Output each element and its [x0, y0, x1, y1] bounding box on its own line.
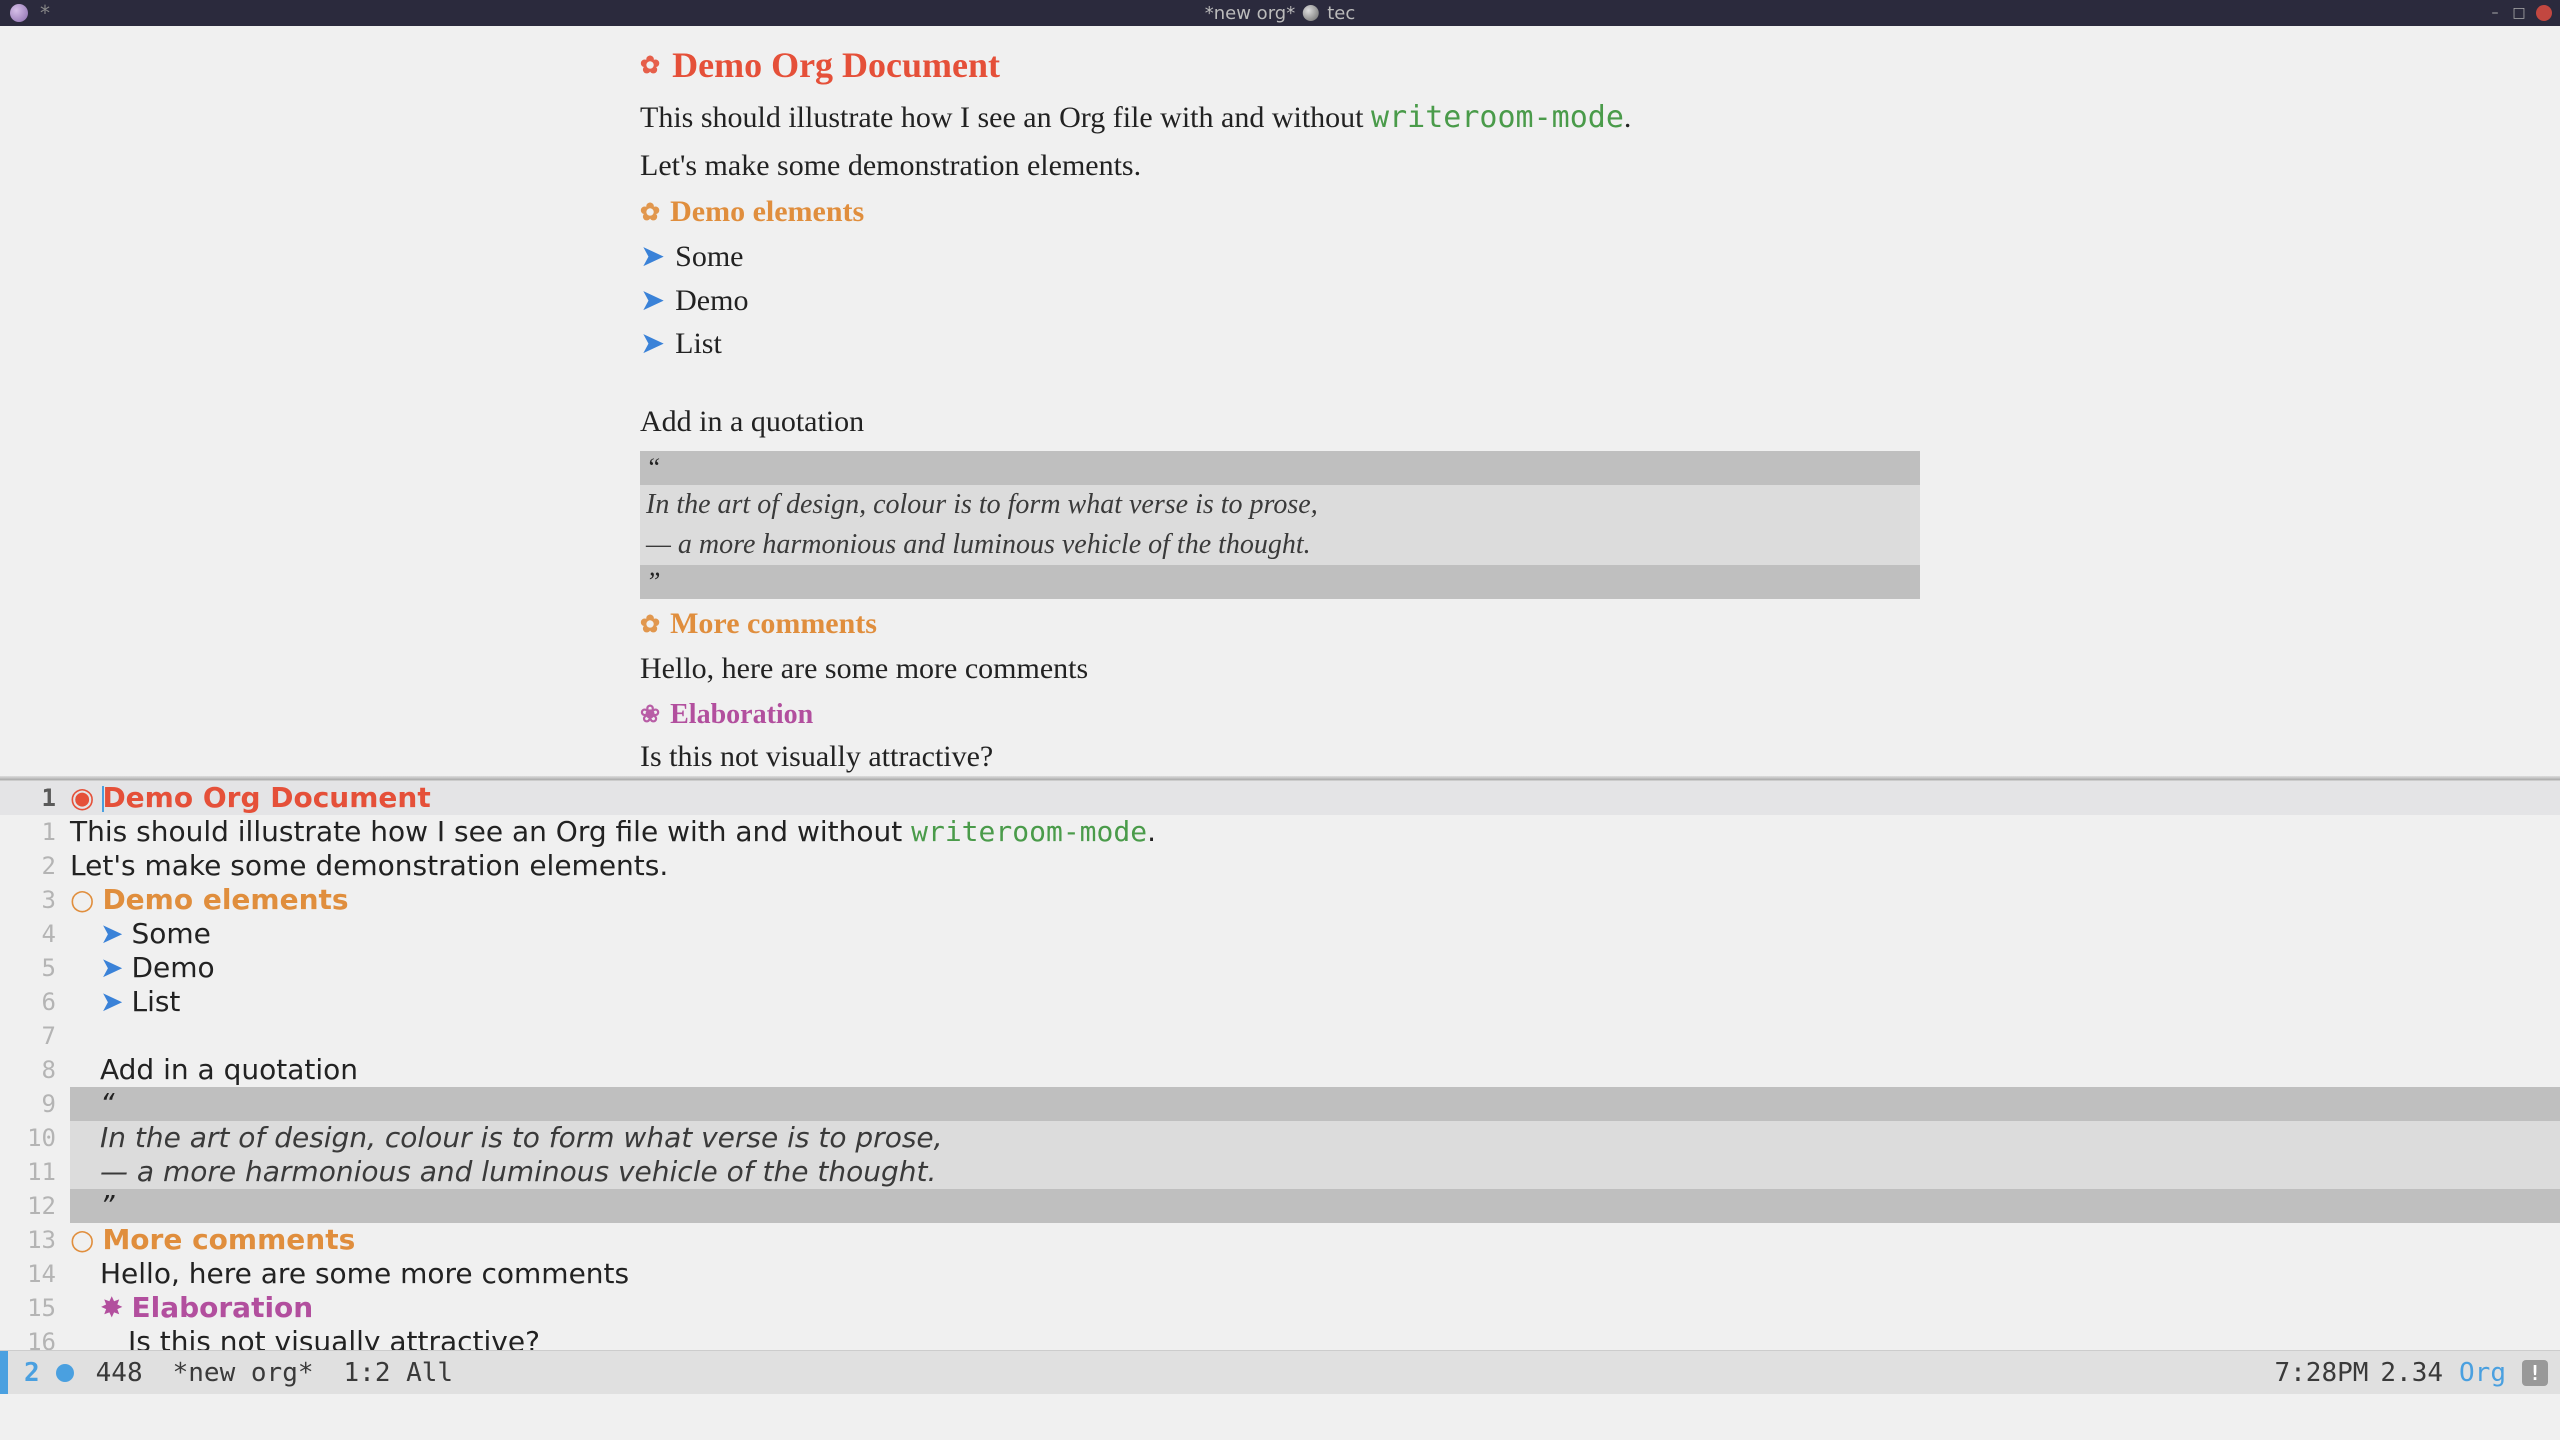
org-line[interactable]: 3 ○Demo elements [0, 883, 2560, 917]
time: 7:28PM [2274, 1358, 2368, 1388]
heading-2[interactable]: ✿ Demo elements [640, 195, 1920, 229]
h2-text: More comments [102, 1223, 355, 1256]
doom-icon [1303, 5, 1319, 21]
org-line[interactable]: 6 ➤List [0, 985, 2560, 1019]
org-line[interactable]: 1 This should illustrate how I see an Or… [0, 815, 2560, 849]
line-number: 14 [0, 1257, 70, 1291]
org-line[interactable]: 12 ” [0, 1189, 2560, 1223]
bullet-icon: ➤ [100, 985, 123, 1018]
h2-bullet-icon: ○ [70, 1223, 94, 1256]
org-line[interactable]: 9 “ [0, 1087, 2560, 1121]
quote-close: ” [70, 1189, 2560, 1223]
h1-text: Demo Org Document [672, 44, 1000, 86]
h3-bullet-icon: ✸ [100, 1291, 123, 1324]
h2-text: More comments [670, 607, 877, 641]
paragraph[interactable]: Is this not visually attractive? [640, 735, 1920, 777]
titlebar-user: tec [1327, 3, 1355, 24]
h1-text: Demo Org Document [102, 781, 430, 814]
org-line[interactable]: 11 — a more harmonious and luminous vehi… [0, 1155, 2560, 1189]
flycheck-warning-icon[interactable]: ! [2522, 1360, 2548, 1386]
position: 1:2 All [344, 1358, 454, 1388]
line-number: 7 [0, 1019, 70, 1053]
org-line[interactable]: 1 ◉Demo Org Document [0, 781, 2560, 815]
paragraph[interactable]: This should illustrate how I see an Org … [640, 96, 1920, 140]
org-line[interactable]: 13 ○More comments [0, 1223, 2560, 1257]
buffer-name[interactable]: *new org* [173, 1358, 314, 1388]
line-number: 1 [0, 781, 70, 815]
quote-line: — a more harmonious and luminous vehicle… [640, 525, 1920, 565]
h2-text: Demo elements [670, 195, 864, 229]
minimize-button[interactable]: – [2488, 6, 2502, 20]
line-number: 8 [0, 1053, 70, 1087]
h2-text: Demo elements [102, 883, 348, 916]
paragraph[interactable]: Hello, here are some more comments [640, 647, 1920, 691]
line-number: 11 [0, 1155, 70, 1189]
paragraph[interactable]: Let's make some demonstration elements. [640, 144, 1920, 188]
heading-3[interactable]: ❀ Elaboration [640, 699, 1920, 731]
titlebar-buffer: *new org* [1205, 3, 1295, 24]
modeline-accent [0, 1351, 8, 1394]
titlebar: * *new org* tec – □ [0, 0, 2560, 26]
quote-line: In the art of design, colour is to form … [70, 1121, 2560, 1155]
line-number: 6 [0, 985, 70, 1019]
org-line[interactable]: 2 Let's make some demonstration elements… [0, 849, 2560, 883]
bullet-icon: ➤ [100, 917, 123, 950]
quote-line: — a more harmonious and luminous vehicle… [70, 1155, 2560, 1189]
h3-text: Elaboration [131, 1291, 313, 1324]
bullet-icon: ➤ [100, 951, 123, 984]
h2-bullet-icon: ○ [70, 883, 94, 916]
org-line[interactable]: 4 ➤Some [0, 917, 2560, 951]
line-number: 2 [0, 849, 70, 883]
emacs-icon [10, 4, 28, 22]
list-item[interactable]: ➤Demo [640, 279, 1920, 323]
line-number: 5 [0, 951, 70, 985]
heading-2[interactable]: ✿ More comments [640, 607, 1920, 641]
h3-bullet-icon: ❀ [640, 700, 660, 729]
line-number: 9 [0, 1087, 70, 1121]
h3-text: Elaboration [670, 699, 813, 731]
close-button[interactable] [2536, 5, 2552, 21]
workspace-number[interactable]: 2 [24, 1358, 40, 1388]
inline-code: writeroom-mode [1371, 100, 1624, 135]
bullet-icon: ➤ [640, 283, 665, 318]
line-number: 13 [0, 1223, 70, 1257]
org-line[interactable]: 7 [0, 1019, 2560, 1053]
org-line[interactable]: 14 Hello, here are some more comments [0, 1257, 2560, 1291]
list-item[interactable]: ➤List [640, 322, 1920, 366]
paragraph[interactable]: Add in a quotation [640, 400, 1920, 444]
maximize-button[interactable]: □ [2512, 6, 2526, 20]
list-item[interactable]: ➤Some [640, 235, 1920, 279]
org-line[interactable]: 15 ✸Elaboration [0, 1291, 2560, 1325]
load-average: 2.34 [2380, 1358, 2443, 1388]
modified-indicator-icon: * [40, 3, 50, 23]
writeroom-pane[interactable]: ✿ Demo Org Document This should illustra… [0, 26, 2560, 776]
h2-bullet-icon: ✿ [640, 198, 660, 227]
line-number: 10 [0, 1121, 70, 1155]
org-line[interactable]: 5 ➤Demo [0, 951, 2560, 985]
inline-code: writeroom-mode [911, 815, 1147, 848]
h2-bullet-icon: ✿ [640, 610, 660, 639]
line-number: 12 [0, 1189, 70, 1223]
bullet-icon: ➤ [640, 239, 665, 274]
word-count: 448 [96, 1358, 143, 1388]
quote-open: “ [640, 451, 1920, 485]
modified-dot-icon [56, 1364, 74, 1382]
quote-close: ” [640, 565, 1920, 599]
h1-bullet-icon: ✿ [640, 51, 660, 80]
line-number: 4 [0, 917, 70, 951]
quote-line: In the art of design, colour is to form … [640, 485, 1920, 525]
line-number: 15 [0, 1291, 70, 1325]
bullet-icon: ➤ [640, 326, 665, 361]
org-line[interactable]: 8 Add in a quotation [0, 1053, 2560, 1087]
h1-bullet-icon: ◉ [70, 781, 94, 814]
heading-1[interactable]: ✿ Demo Org Document [640, 44, 1920, 86]
line-number: 1 [0, 815, 70, 849]
org-line[interactable]: 10 In the art of design, colour is to fo… [0, 1121, 2560, 1155]
line-number: 3 [0, 883, 70, 917]
modeline: 2 448 *new org* 1:2 All 7:28PM 2.34 Org … [0, 1350, 2560, 1394]
quote-open: “ [70, 1087, 2560, 1121]
major-mode[interactable]: Org [2459, 1358, 2506, 1388]
org-pane[interactable]: 1 ◉Demo Org Document 1 This should illus… [0, 780, 2560, 1394]
quote-block[interactable]: “ In the art of design, colour is to for… [640, 451, 1920, 599]
